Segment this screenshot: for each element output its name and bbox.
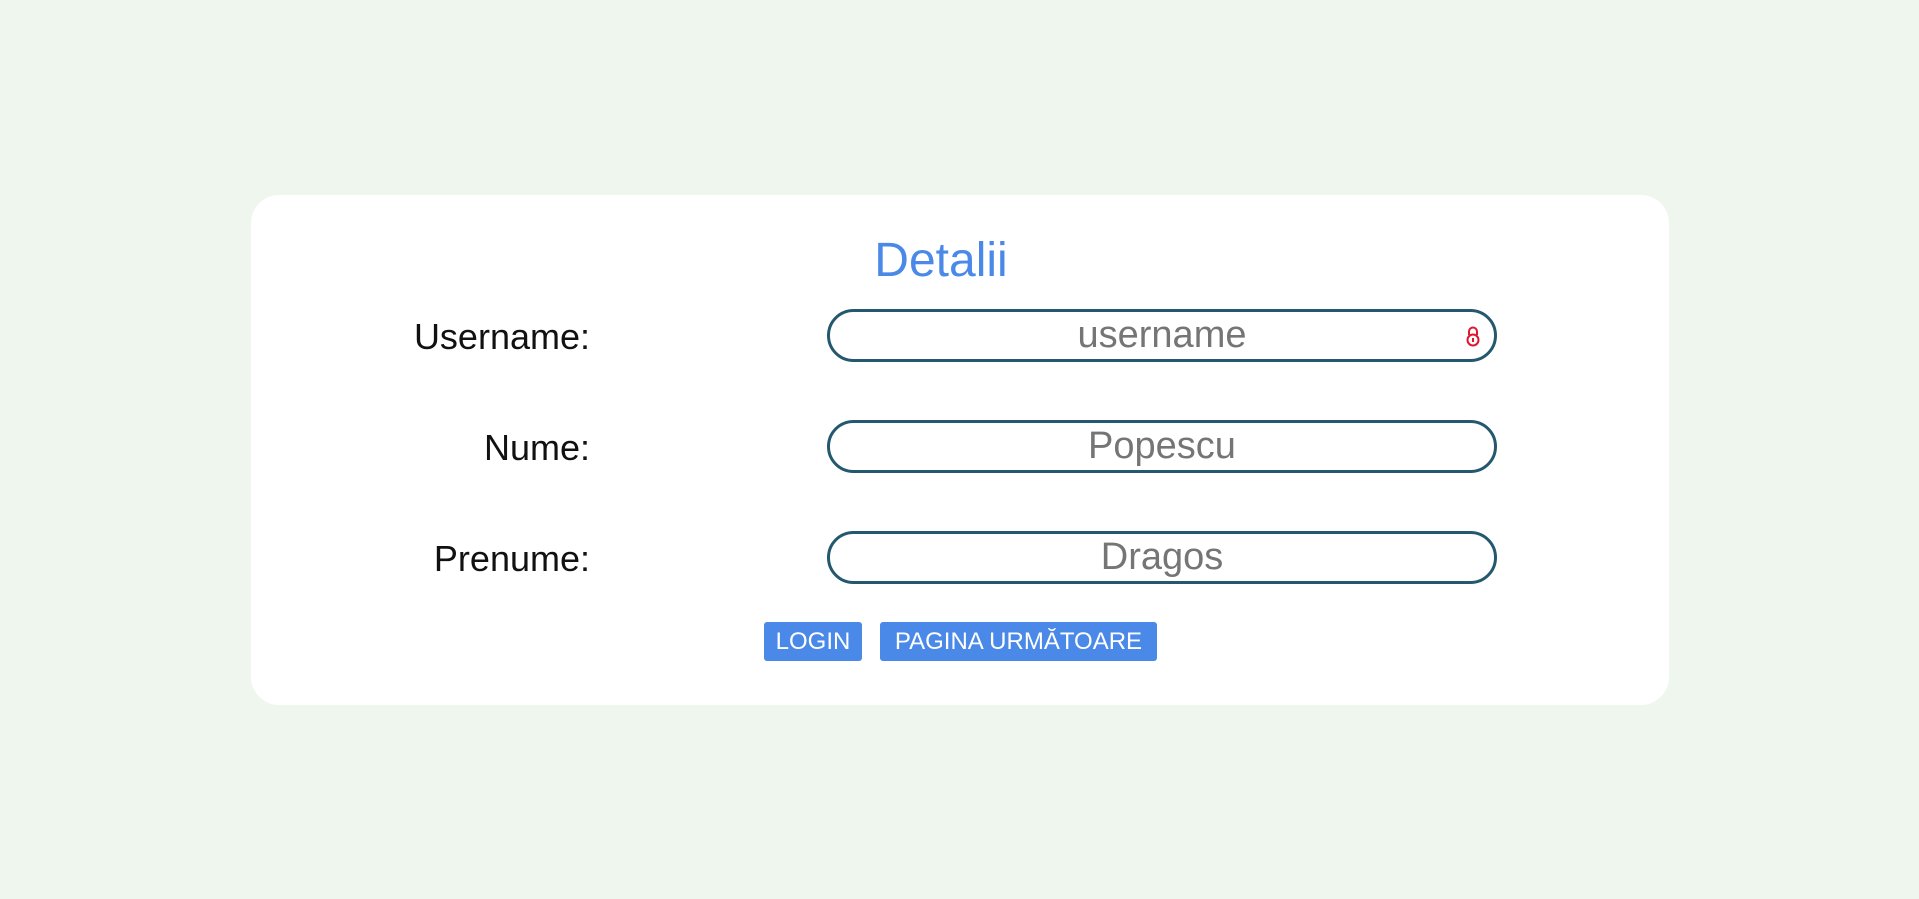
- username-field-wrapper: [827, 309, 1497, 362]
- lock-icon[interactable]: [1464, 325, 1482, 347]
- details-card: Detalii Username: Nume: Prenume: LOGIN P…: [251, 195, 1669, 705]
- nume-input[interactable]: [830, 423, 1494, 470]
- login-button[interactable]: LOGIN: [764, 622, 862, 661]
- nume-field-wrapper: [827, 420, 1497, 473]
- prenume-input[interactable]: [830, 534, 1494, 581]
- prenume-label: Prenume:: [433, 538, 590, 579]
- username-label: Username:: [413, 316, 590, 357]
- username-input[interactable]: [830, 312, 1494, 359]
- next-page-button[interactable]: PAGINA URMĂTOARE: [880, 622, 1157, 661]
- prenume-field-wrapper: [827, 531, 1497, 584]
- nume-label: Nume:: [483, 427, 590, 468]
- page-title: Detalii: [874, 234, 1008, 287]
